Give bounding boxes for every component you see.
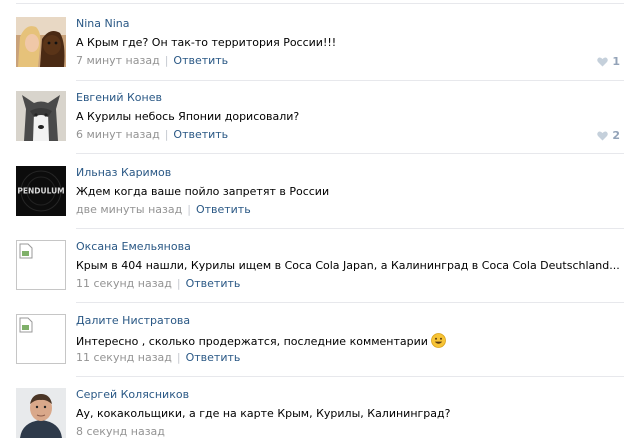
like-count: 2: [612, 129, 620, 142]
avatar[interactable]: [16, 314, 66, 364]
comment-divider: [76, 80, 624, 81]
comment-meta: две минуты назад | Ответить: [76, 203, 251, 216]
comment-time[interactable]: 11 секунд назад: [76, 351, 172, 364]
author-name[interactable]: Сергей Колясников: [76, 388, 189, 402]
comment-text: Ждем когда ваше пойло запретят в России: [76, 185, 330, 198]
comment-meta: 11 секунд назад | Ответить: [76, 277, 241, 290]
broken-image-icon: [16, 240, 66, 290]
heart-icon: [597, 131, 609, 140]
like-count: 1: [612, 55, 620, 68]
reply-link[interactable]: Ответить: [196, 203, 251, 216]
comment-text: Ау, кокакольщики, а где на карте Крым, К…: [76, 407, 451, 420]
avatar[interactable]: [16, 388, 66, 438]
broken-image-icon: [16, 314, 66, 364]
comment-item: Сергей Колясников Ау, кокакольщики, а гд…: [0, 388, 640, 439]
comment-text: А Курилы небось Японии дорисовали?: [76, 110, 300, 123]
comment-text: А Крым где? Он так-то территория России!…: [76, 36, 337, 49]
top-divider: [16, 3, 624, 4]
heart-icon: [597, 57, 609, 66]
comment-text: Крым в 404 нашли, Курилы ищем в Coca Col…: [76, 259, 620, 272]
comment-divider: [76, 228, 624, 229]
avatar-logo-text: PENDULUM: [17, 187, 64, 196]
author-name[interactable]: Nina Nina: [76, 17, 130, 31]
like-button[interactable]: 1: [597, 55, 620, 68]
avatar[interactable]: [16, 240, 66, 290]
comment-time[interactable]: 11 секунд назад: [76, 277, 172, 290]
comment-text: Интересно , сколько продержатся, последн…: [76, 333, 446, 349]
avatar[interactable]: [16, 17, 66, 67]
comment-item: Оксана Емельянова Крым в 404 нашли, Кури…: [0, 240, 640, 303]
comment-time[interactable]: 6 минут назад: [76, 128, 160, 141]
avatar[interactable]: PENDULUM: [16, 166, 66, 216]
comment-item: Nina Nina А Крым где? Он так-то территор…: [0, 17, 640, 81]
reply-link[interactable]: Ответить: [173, 128, 228, 141]
reply-link[interactable]: Ответить: [186, 277, 241, 290]
comment-item: Евгений Конев А Курилы небось Японии дор…: [0, 91, 640, 154]
comment-meta: 6 минут назад | Ответить: [76, 128, 229, 141]
comment-item: Далите Нистратова Интересно , сколько пр…: [0, 314, 640, 377]
author-name[interactable]: Оксана Емельянова: [76, 240, 191, 254]
avatar[interactable]: [16, 91, 66, 141]
reply-link[interactable]: Ответить: [186, 351, 241, 364]
comment-meta: 11 секунд назад | Ответить: [76, 351, 241, 364]
author-name[interactable]: Ильназ Каримов: [76, 166, 171, 180]
comment-divider: [76, 153, 624, 154]
comment-divider: [76, 376, 624, 377]
comment-divider: [76, 302, 624, 303]
comment-time[interactable]: 7 минут назад: [76, 54, 160, 67]
comment-time[interactable]: 8 секунд назад: [76, 425, 165, 438]
like-button[interactable]: 2: [597, 129, 620, 142]
reply-link[interactable]: Ответить: [173, 54, 228, 67]
author-name[interactable]: Евгений Конев: [76, 91, 162, 105]
comment-time[interactable]: две минуты назад: [76, 203, 182, 216]
comment-meta: 8 секунд назад: [76, 425, 165, 439]
smile-emoji-icon: [431, 333, 446, 348]
author-name[interactable]: Далите Нистратова: [76, 314, 190, 328]
comment-item: PENDULUM Ильназ Каримов Ждем когда ваше …: [0, 166, 640, 229]
comment-meta: 7 минут назад | Ответить: [76, 54, 229, 67]
comment-text-content: Интересно , сколько продержатся, последн…: [76, 335, 428, 348]
